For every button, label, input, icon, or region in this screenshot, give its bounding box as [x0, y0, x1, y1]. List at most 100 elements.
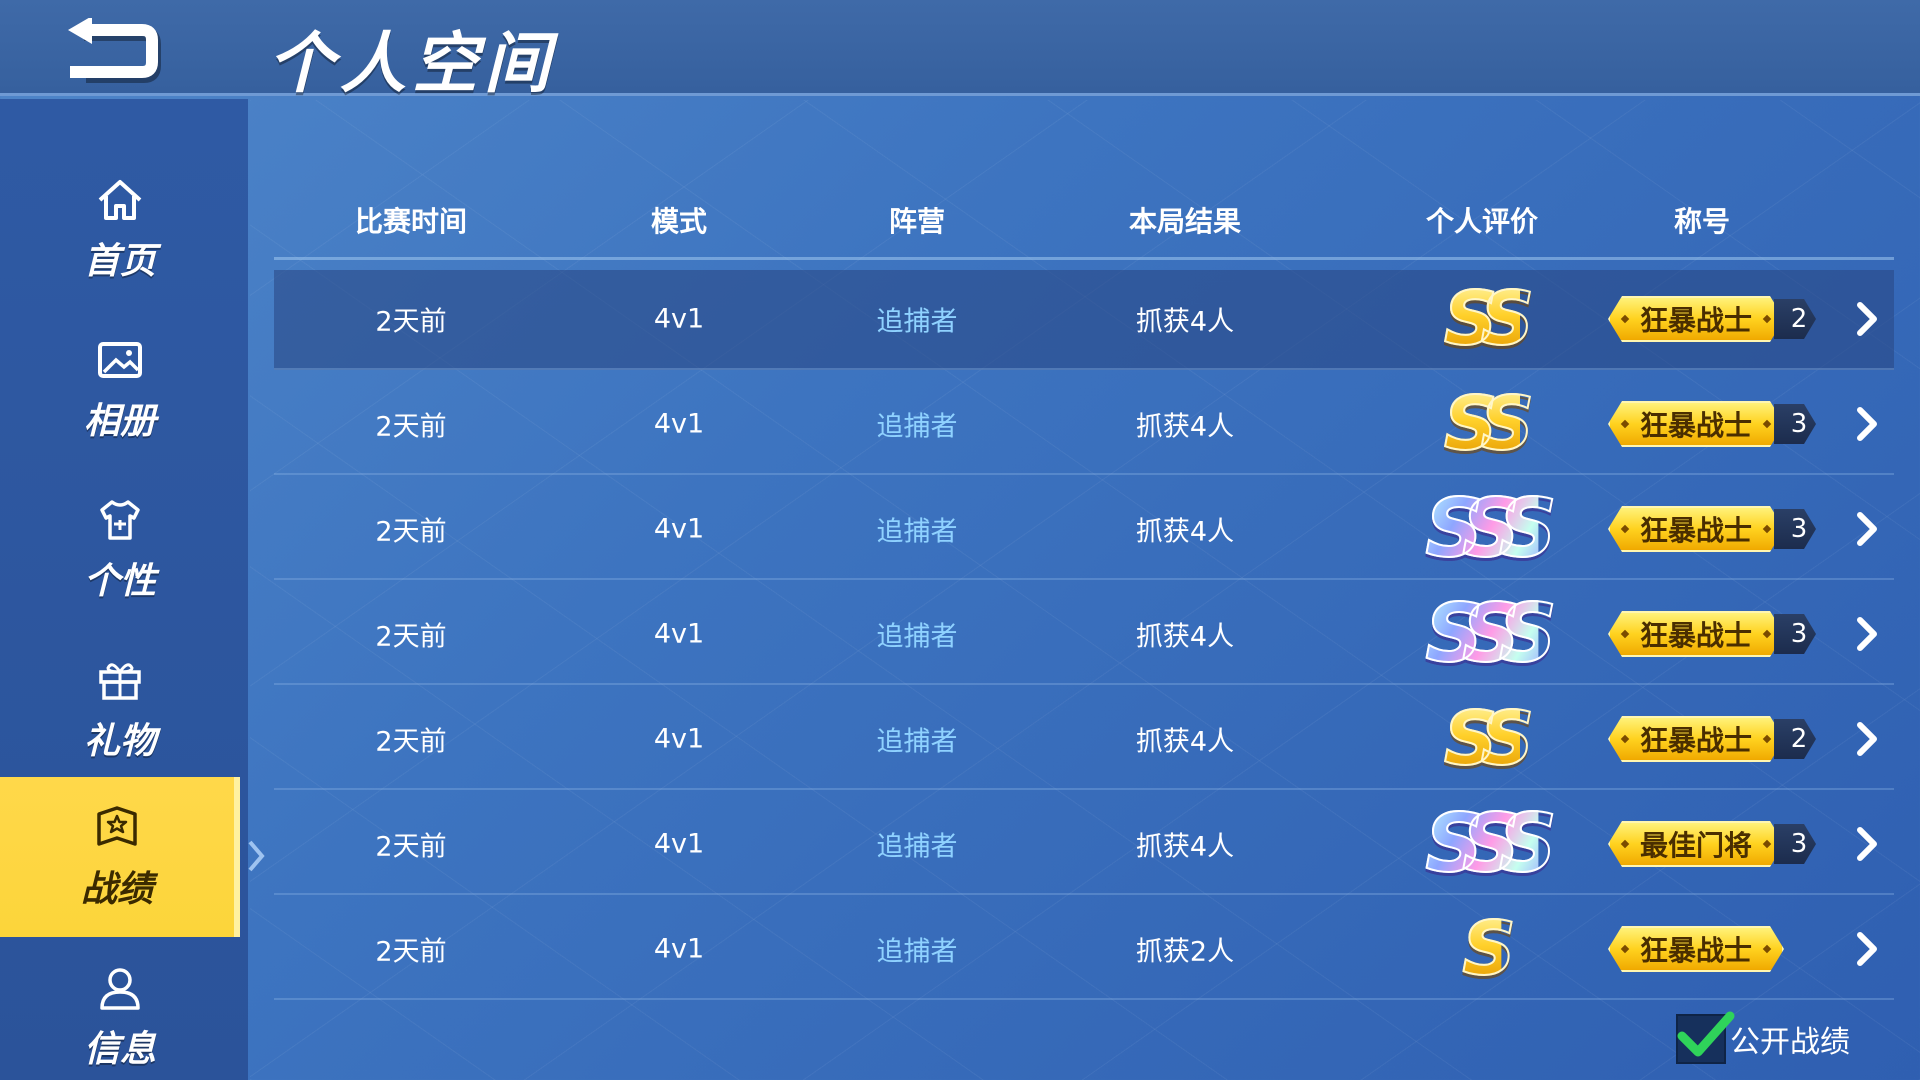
badge-icon [97, 806, 137, 846]
title-name: 狂暴战士 [1608, 716, 1784, 762]
match-time: 2天前 [375, 831, 447, 863]
match-mode: 4v1 [653, 828, 705, 860]
column-header: 本局结果 [1128, 205, 1242, 238]
chevron-right-icon[interactable] [1854, 511, 1880, 547]
match-result: 抓获4人 [1135, 411, 1235, 443]
image-icon [98, 342, 142, 378]
title-name: 狂暴战士 [1608, 611, 1784, 657]
title-name: 狂暴战士 [1608, 401, 1784, 447]
sidebar-item-label: 信息 [83, 1029, 156, 1070]
column-header: 称号 [1673, 205, 1731, 238]
match-result: 抓获2人 [1135, 936, 1235, 968]
title-count: 2 [1774, 719, 1816, 759]
sidebar-item-records[interactable]: 战绩 [0, 777, 240, 937]
title-name: 狂暴战士 [1608, 506, 1784, 552]
match-faction: 追捕者 [876, 726, 958, 758]
match-time: 2天前 [375, 726, 447, 758]
match-result: 抓获4人 [1135, 831, 1235, 863]
top-bar: 个人空间 [0, 0, 1920, 102]
sidebar-item-info[interactable]: 信息 [0, 937, 240, 1080]
title-badge: 狂暴战士 3 [1608, 401, 1816, 447]
public-records-checkbox[interactable] [1676, 1011, 1735, 1064]
match-faction: 追捕者 [876, 936, 958, 968]
sidebar-item-style[interactable]: 个性 [0, 469, 240, 629]
title-badge: 狂暴战士 2 [1608, 296, 1816, 342]
chevron-right-icon[interactable] [1854, 406, 1880, 442]
table-row[interactable]: 2天前 4v1 追捕者 抓获4人 SSS 最佳门将 3 [274, 795, 1894, 895]
checkmark-icon [1677, 1011, 1735, 1057]
match-mode: 4v1 [653, 408, 705, 440]
sidebar-item-label: 首页 [83, 241, 156, 282]
chevron-right-icon[interactable] [1854, 826, 1880, 862]
match-result: 抓获4人 [1135, 621, 1235, 653]
title-badge: 狂暴战士 3 [1608, 611, 1816, 657]
public-records-toggle[interactable]: 公开战绩 [1676, 1011, 1850, 1066]
page-title: 个人空间 [268, 25, 556, 102]
match-mode: 4v1 [653, 723, 705, 755]
table-row[interactable]: 2天前 4v1 追捕者 抓获4人 SSS 狂暴战士 3 [274, 585, 1894, 685]
sidebar-item-label: 礼物 [83, 721, 156, 762]
chevron-right-icon[interactable] [1854, 721, 1880, 757]
sidebar-item-gift[interactable]: 礼物 [0, 629, 240, 789]
title-name: 狂暴战士 [1608, 296, 1784, 342]
match-time: 2天前 [375, 516, 447, 548]
sidebar-item-label: 战绩 [80, 869, 153, 910]
grade-badge: SS [1443, 696, 1535, 782]
active-indicator-icon [248, 840, 265, 872]
table-row[interactable]: 2天前 4v1 追捕者 抓获4人 SS 狂暴战士 2 [274, 270, 1894, 370]
title-badge: 狂暴战士 2 [1608, 716, 1816, 762]
match-mode: 4v1 [653, 513, 705, 545]
back-arrow-icon [68, 16, 161, 83]
table-row[interactable]: 2天前 4v1 追捕者 抓获4人 SS 狂暴战士 3 [274, 375, 1894, 475]
title-badge: 狂暴战士 3 [1608, 506, 1816, 552]
chevron-right-icon[interactable] [1854, 301, 1880, 337]
match-faction: 追捕者 [876, 411, 958, 443]
match-result: 抓获4人 [1135, 306, 1235, 338]
match-time: 2天前 [375, 306, 447, 338]
column-header: 个人评价 [1425, 205, 1539, 238]
match-faction: 追捕者 [876, 621, 958, 653]
title-count: 3 [1774, 509, 1816, 549]
title-count: 3 [1774, 404, 1816, 444]
match-result: 抓获4人 [1135, 516, 1235, 548]
home-icon [98, 180, 142, 220]
sidebar-item-album[interactable]: 相册 [0, 309, 240, 469]
grade-badge: SS [1443, 381, 1535, 467]
match-time: 2天前 [375, 621, 447, 653]
column-header: 阵营 [888, 205, 946, 238]
match-faction: 追捕者 [876, 831, 958, 863]
gift-icon [99, 663, 141, 700]
column-header: 模式 [650, 205, 708, 238]
back-button[interactable] [62, 16, 162, 84]
user-icon [100, 968, 140, 1010]
table-row[interactable]: 2天前 4v1 追捕者 抓获4人 SSS 狂暴战士 3 [274, 480, 1894, 580]
match-result: 抓获4人 [1135, 726, 1235, 758]
table-header: 比赛时间 模式 阵营 本局结果 个人评价 称号 [274, 190, 1894, 260]
match-faction: 追捕者 [876, 306, 958, 338]
title-badge: 最佳门将 3 [1608, 821, 1816, 867]
records-table: 比赛时间 模式 阵营 本局结果 个人评价 称号 2天前 4v1 追捕者 抓获4人… [274, 190, 1894, 1000]
match-mode: 4v1 [653, 933, 705, 965]
grade-badge: SSS [1424, 482, 1557, 575]
match-faction: 追捕者 [876, 516, 958, 548]
sidebar-item-label: 个性 [83, 561, 156, 602]
grade-badge: S [1461, 906, 1516, 992]
shirt-icon [100, 500, 140, 540]
match-time: 2天前 [375, 936, 447, 968]
column-header: 比赛时间 [354, 205, 468, 238]
public-records-label: 公开战绩 [1730, 1025, 1850, 1060]
sidebar-item-label: 相册 [83, 401, 156, 442]
chevron-right-icon[interactable] [1854, 616, 1880, 652]
sidebar-item-home[interactable]: 首页 [0, 149, 240, 309]
title-count: 3 [1774, 824, 1816, 864]
match-mode: 4v1 [653, 303, 705, 335]
grade-badge: SSS [1424, 797, 1557, 890]
title-name: 狂暴战士 [1608, 926, 1784, 972]
title-badge: 狂暴战士 [1608, 926, 1784, 972]
chevron-right-icon[interactable] [1854, 931, 1880, 967]
table-row[interactable]: 2天前 4v1 追捕者 抓获4人 SS 狂暴战士 2 [274, 690, 1894, 790]
match-time: 2天前 [375, 411, 447, 443]
sidebar: 首页 相册 个性 礼物 战绩 信息 [0, 99, 248, 1080]
table-row[interactable]: 2天前 4v1 追捕者 抓获2人 S 狂暴战士 [274, 900, 1894, 1000]
title-count: 3 [1774, 614, 1816, 654]
